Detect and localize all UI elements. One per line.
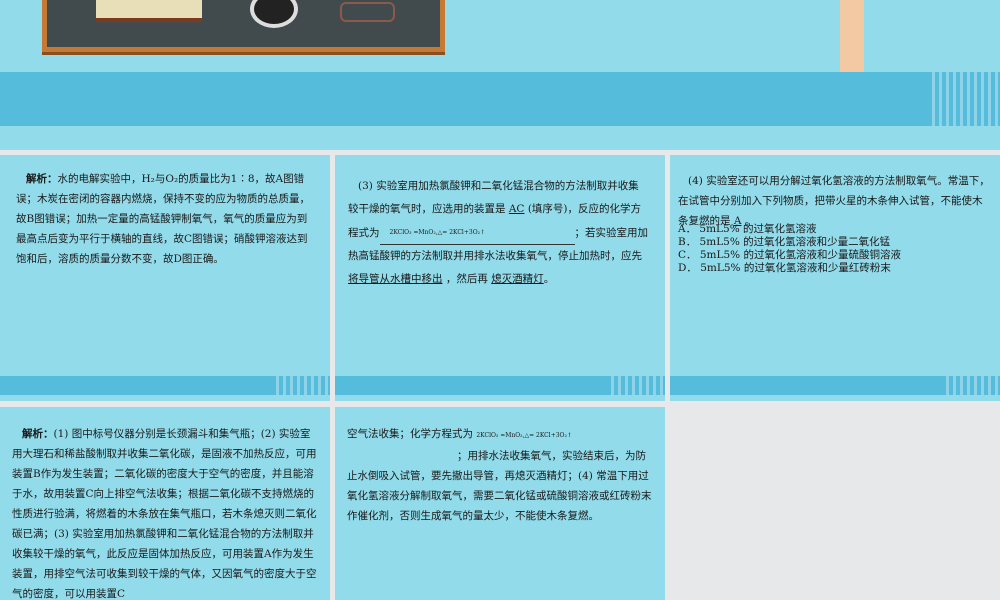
books-image xyxy=(96,0,202,22)
slide-thumbnail-3[interactable]: (4) 实验室还可以用分解过氧化氢溶液的方法制取氧气。常温下，在试管中分别加入下… xyxy=(670,155,1000,401)
slide-text: (4) 实验室还可以用分解过氧化氢溶液的方法制取氧气。常温下，在试管中分别加入下… xyxy=(678,175,990,227)
option-c: C． 5mL5% 的过氧化氢溶液和少量硫酸铜溶液 xyxy=(678,249,901,261)
slide-text: 解析：(1) 图中标号仪器分别是长颈漏斗和集气瓶；(2) 实验室用大理石和稀盐酸… xyxy=(12,428,317,600)
slide-text: 空气法收集；化学方程式为 2KClO₃ =MnO₂,△= 2KCl+3O₂↑ ；用… xyxy=(347,428,652,522)
slide-thumbnail-5[interactable]: 空气法收集；化学方程式为 2KClO₃ =MnO₂,△= 2KCl+3O₂↑ ；用… xyxy=(335,407,665,600)
option-a: A． 5mL5% 的过氧化氢溶液 xyxy=(678,223,817,235)
glasses-image xyxy=(340,2,395,22)
answer-blank: 熄灭酒精灯 xyxy=(491,273,544,285)
option-d: D． 5mL5% 的过氧化氢溶液和少量红砖粉末 xyxy=(678,262,891,274)
slide-thumbnail-top[interactable] xyxy=(0,0,1000,150)
answer-blank: 将导管从水槽中移出 xyxy=(348,273,443,285)
options-list: A． 5mL5% 的过氧化氢溶液 B． 5mL5% 的过氧化氢溶液和少量二氧化锰… xyxy=(678,223,990,275)
slide-text: 解析：水的电解实验中，H₂与O₂的质量比为1∶8，故A图错误；木炭在密闭的容器内… xyxy=(16,173,310,265)
slide-thumbnail-4[interactable]: 解析：(1) 图中标号仪器分别是长颈漏斗和集气瓶；(2) 实验室用大理石和稀盐酸… xyxy=(0,407,330,600)
option-b: B． 5mL5% 的过氧化氢溶液和少量二氧化锰 xyxy=(678,236,891,248)
slide-thumbnail-1[interactable]: 解析：水的电解实验中，H₂与O₂的质量比为1∶8，故A图错误；木炭在密闭的容器内… xyxy=(0,155,330,401)
chemical-equation: 2KClO₃ =MnO₂,△= 2KCl+3O₂↑ xyxy=(476,432,572,439)
answer-blank: AC xyxy=(508,203,525,215)
slide-text: (3) 实验室用加热氯酸钾和二氧化锰混合物的方法制取并收集较干燥的氧气时，应选用… xyxy=(348,180,648,285)
chemical-equation: 2KClO₃ =MnO₂,△= 2KCl+3O₂↑ xyxy=(379,221,575,245)
slide-thumbnail-2[interactable]: (3) 实验室用加热氯酸钾和二氧化锰混合物的方法制取并收集较干燥的氧气时，应选用… xyxy=(335,155,665,401)
